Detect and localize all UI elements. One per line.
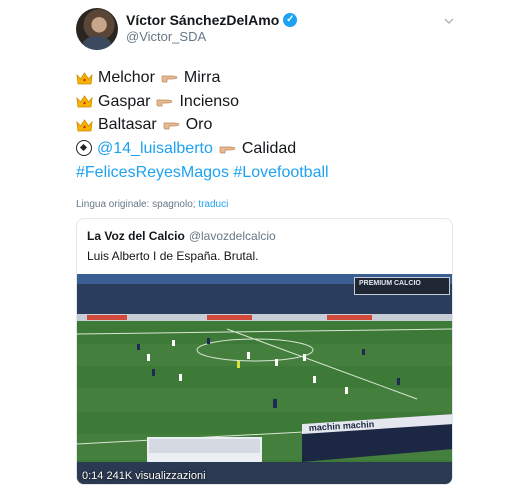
tweet-line-3: Baltasar Oro [76,113,466,137]
broadcast-tag-text: PREMIUM CALCIO [359,280,421,287]
quoted-tweet-header: La Voz del Calcio @lavozdelcalcio [87,229,276,243]
crown-emoji [76,72,93,85]
tweet-line-1-right: Mirra [183,69,221,86]
language-label: Lingua originale: spagnolo; [76,198,196,210]
quoted-display-name: La Voz del Calcio [87,229,185,243]
tweet-line-2-left: Gaspar [98,92,151,110]
pointing-hand-emoji [161,75,178,83]
translate-link[interactable]: traduci [198,199,228,210]
tweet-line-3-right: Oro [185,116,213,133]
soccer-ball-emoji [76,140,92,157]
pointing-hand-emoji [219,146,236,154]
video-timestamp-views: 0:14 241K visualizzazioni [82,470,206,482]
quoted-tweet-card[interactable]: La Voz del Calcio @lavozdelcalcio Luis A… [76,218,453,485]
tweet-line-1-left: Melchor [98,69,155,86]
hashtags-line: #FelicesReyesMagos #Lovefootball [76,161,466,185]
tweet-line-2: Gaspar Incienso [76,90,466,114]
quoted-handle: @lavozdelcalcio [188,229,276,243]
chevron-down-icon[interactable] [444,16,454,26]
pointing-hand-emoji [157,99,173,107]
hashtag-links[interactable]: #FelicesReyesMagos #Lovefootball [76,161,329,185]
quoted-tweet-text: Luis Alberto I de España. Brutal. [87,249,259,263]
crown-emoji [76,95,93,108]
author-display-name[interactable]: Víctor SánchezDelAmo [126,12,279,28]
tweet-line-3-left: Baltasar [98,116,157,133]
tweet-text: Melchor Mirra Gaspar Incienso Baltasar O… [76,66,466,210]
avatar[interactable] [76,8,118,50]
tweet-line-4-right: Calidad [241,139,297,157]
author-handle[interactable]: @Victor_SDA [126,29,206,44]
verified-badge-icon: ✓ [283,13,298,27]
author-name-row[interactable]: Víctor SánchezDelAmo ✓ [126,12,298,28]
video-player[interactable]: machin machin PREMIUM CALCIO 0:14 241K v… [77,274,452,484]
tweet-line-1: Melchor Mirra [76,66,466,90]
language-info: Lingua originale: spagnolo; traduci [76,199,466,210]
video-frame: machin machin [77,274,452,484]
mention-link[interactable]: @14_luisalberto [97,137,213,161]
pointing-hand-emoji [163,122,180,130]
tweet-line-2-right: Incienso [179,92,240,110]
tweet-header: Víctor SánchezDelAmo ✓ @Victor_SDA [76,8,456,52]
tweet-line-4: @14_luisalberto Calidad [76,137,466,161]
crown-emoji [76,119,93,132]
broadcast-tag: PREMIUM CALCIO [354,277,450,295]
